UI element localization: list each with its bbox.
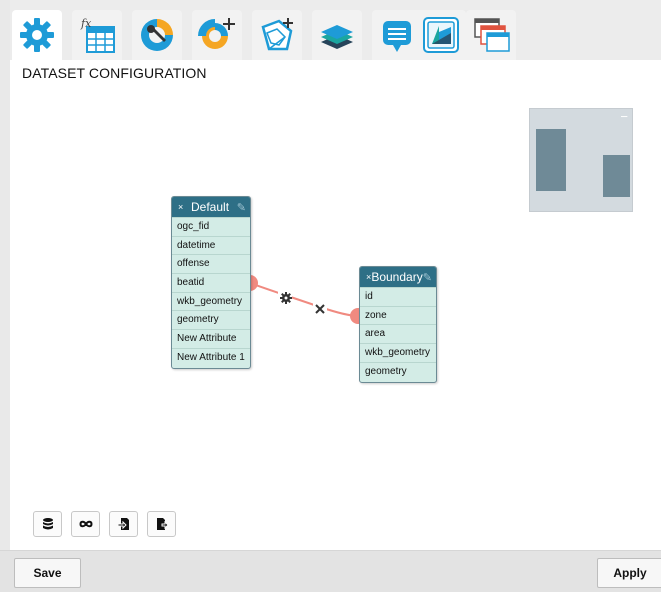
attribute-row[interactable]: id bbox=[360, 287, 436, 306]
node-title: Default bbox=[191, 200, 230, 214]
formula-table-icon: fx bbox=[80, 17, 115, 53]
left-edge bbox=[0, 0, 10, 592]
app-logo-icon bbox=[423, 17, 459, 53]
comment-icon bbox=[383, 21, 411, 52]
export-file-icon bbox=[156, 518, 169, 530]
toolbar-app-logo-button[interactable] bbox=[416, 10, 466, 60]
import-button[interactable] bbox=[109, 511, 138, 537]
toolbar-formula-button[interactable]: fx bbox=[72, 10, 122, 60]
attribute-row[interactable]: geometry bbox=[172, 310, 250, 329]
database-icon bbox=[42, 518, 53, 530]
relation-line bbox=[249, 282, 359, 317]
attribute-row[interactable]: wkb_geometry bbox=[172, 291, 250, 311]
node-header[interactable]: × Default ✎ bbox=[172, 197, 250, 217]
toolbar-comments-button[interactable] bbox=[372, 10, 422, 60]
minimap[interactable]: − bbox=[529, 108, 633, 212]
apply-button[interactable]: Apply bbox=[597, 558, 661, 588]
minimap-collapse-button[interactable]: − bbox=[620, 110, 628, 123]
edit-icon[interactable]: ✎ bbox=[423, 271, 432, 284]
dataset-node-default[interactable]: × Default ✎ ogc_fid datetime offense bea… bbox=[171, 196, 251, 369]
minimap-node-boundary bbox=[603, 155, 630, 197]
toolbar-tools-button[interactable] bbox=[132, 10, 182, 60]
attribute-row[interactable]: area bbox=[360, 324, 436, 343]
section-title: DATASET CONFIGURATION bbox=[22, 65, 207, 81]
toolbar-layers-button[interactable] bbox=[312, 10, 362, 60]
close-icon[interactable] bbox=[315, 304, 325, 314]
footer-bar: Save Apply bbox=[0, 550, 661, 592]
add-relation-button[interactable] bbox=[71, 511, 100, 537]
edit-icon[interactable]: ✎ bbox=[237, 201, 246, 214]
main-toolbar: fx bbox=[10, 0, 661, 60]
attribute-row[interactable]: geometry bbox=[360, 361, 436, 381]
toolbar-dataset-config-button[interactable] bbox=[12, 10, 62, 60]
attribute-row[interactable]: offense bbox=[172, 254, 250, 273]
gear-icon bbox=[20, 18, 54, 52]
attribute-row[interactable]: datetime bbox=[172, 235, 250, 255]
add-map-icon bbox=[261, 18, 293, 51]
attribute-row[interactable]: New Attribute bbox=[172, 329, 250, 348]
attribute-row[interactable]: ogc_fid bbox=[172, 217, 250, 236]
layers-icon bbox=[321, 25, 353, 49]
node-title: Boundary bbox=[371, 270, 423, 284]
attribute-row[interactable]: beatid bbox=[172, 273, 250, 292]
import-file-icon bbox=[117, 518, 129, 530]
node-header[interactable]: × Boundary ✎ bbox=[360, 267, 436, 287]
minimap-node-default bbox=[536, 129, 566, 191]
add-chart-icon bbox=[198, 18, 235, 49]
attribute-row[interactable]: wkb_geometry bbox=[360, 343, 436, 362]
attribute-row[interactable]: New Attribute 1 bbox=[172, 347, 250, 367]
save-button[interactable]: Save bbox=[14, 558, 81, 588]
relation-links bbox=[242, 275, 366, 324]
wrench-gauge-icon bbox=[141, 19, 173, 51]
add-dataset-button[interactable] bbox=[33, 511, 62, 537]
attribute-row[interactable]: zone bbox=[360, 305, 436, 325]
toolbar-windows-button[interactable] bbox=[466, 10, 516, 60]
infinity-icon bbox=[78, 520, 93, 528]
dataset-node-boundary[interactable]: × Boundary ✎ id zone area wkb_geometry g… bbox=[359, 266, 437, 383]
gear-icon[interactable] bbox=[280, 292, 292, 304]
toolbar-add-chart-button[interactable] bbox=[192, 10, 242, 60]
windows-icon bbox=[474, 18, 510, 52]
svg-text:fx: fx bbox=[80, 17, 92, 30]
toolbar-add-map-button[interactable] bbox=[252, 10, 302, 60]
export-button[interactable] bbox=[147, 511, 176, 537]
